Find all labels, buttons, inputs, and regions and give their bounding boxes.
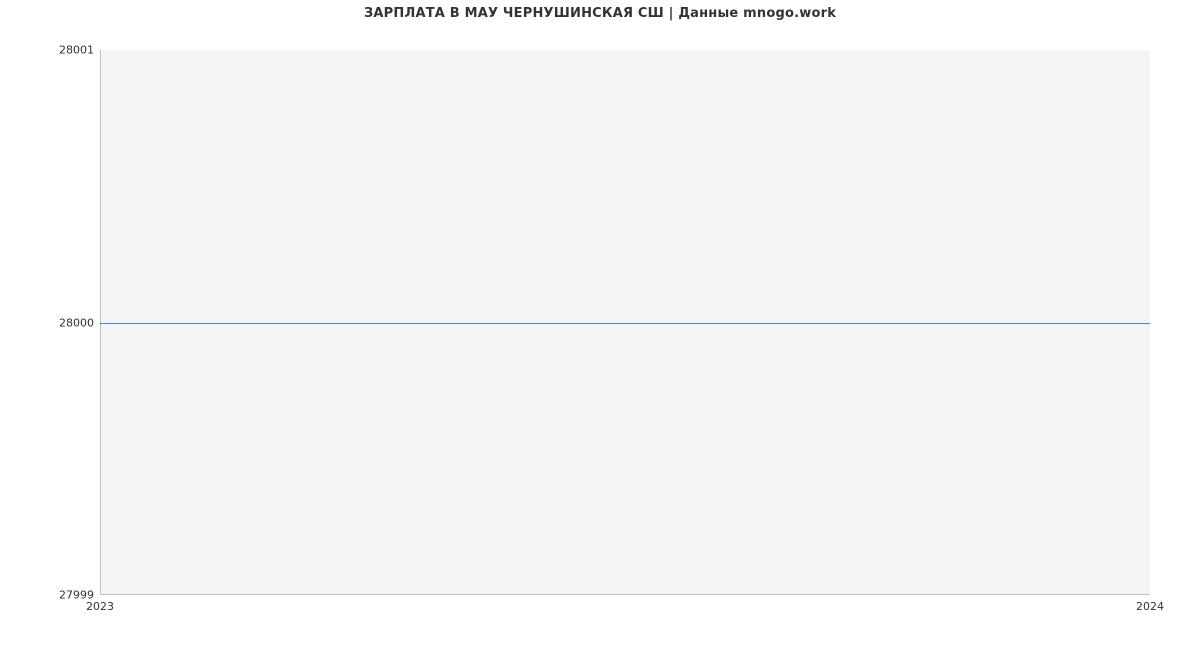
x-tick-label: 2023 [86, 600, 114, 613]
data-line [100, 323, 1150, 324]
y-tick-label: 28001 [0, 44, 94, 57]
x-tick-label: 2024 [1136, 600, 1164, 613]
chart-container: ЗАРПЛАТА В МАУ ЧЕРНУШИНСКАЯ СШ | Данные … [0, 0, 1200, 650]
y-tick-label: 27999 [0, 589, 94, 602]
y-tick-label: 28000 [0, 316, 94, 329]
chart-title: ЗАРПЛАТА В МАУ ЧЕРНУШИНСКАЯ СШ | Данные … [0, 6, 1200, 21]
